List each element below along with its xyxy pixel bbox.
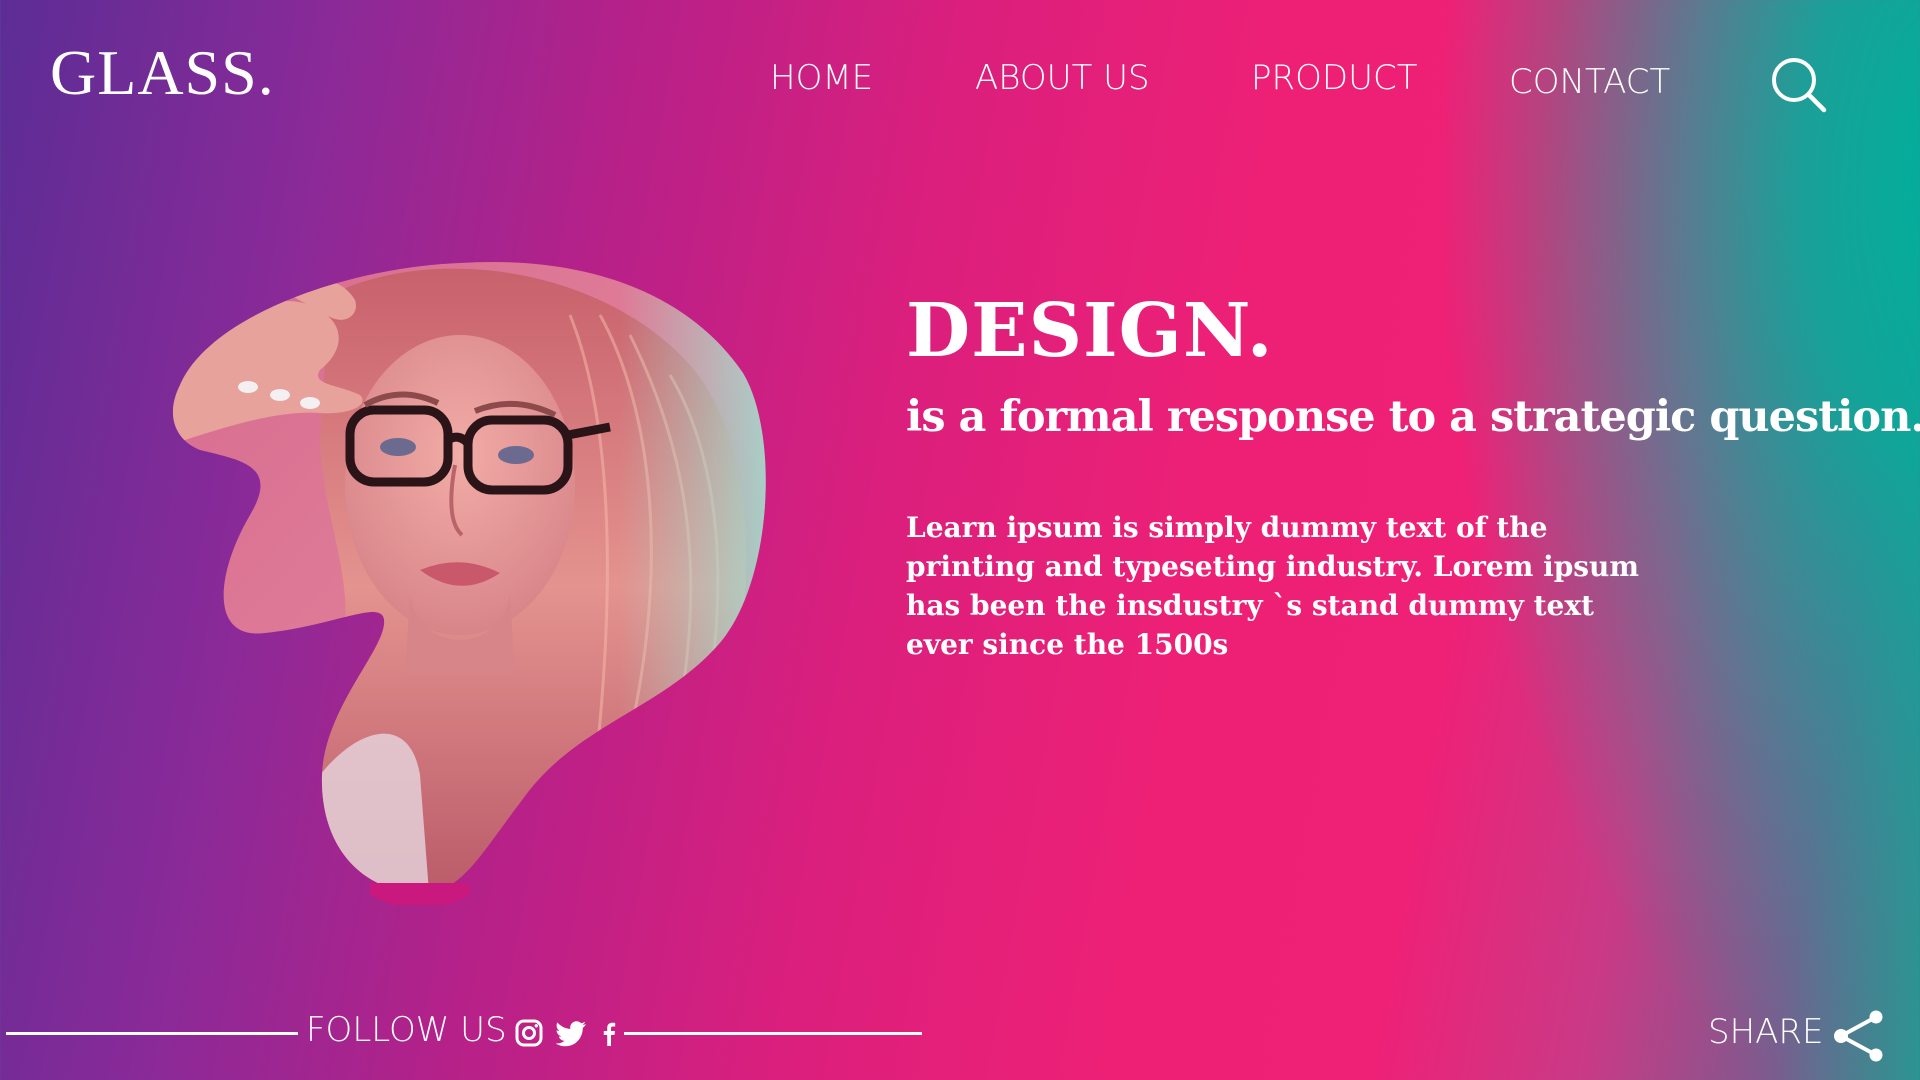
share-label: SHARE <box>1708 1012 1824 1052</box>
hero-headline: DESIGN. <box>906 288 1274 374</box>
search-button[interactable] <box>1770 56 1828 114</box>
nav-contact[interactable]: CONTACT <box>1509 62 1670 102</box>
divider-line <box>624 1032 922 1035</box>
follow-us-bar: FOLLOW US <box>0 1010 940 1058</box>
nav-about-us[interactable]: ABOUT US <box>975 58 1150 98</box>
follow-us-label: FOLLOW US <box>306 1010 507 1050</box>
instagram-link[interactable] <box>514 1018 544 1048</box>
hero-subheadline: is a formal response to a strategic ques… <box>906 392 1920 442</box>
hero-body-text: Learn ipsum is simply dummy text of the … <box>906 508 1706 664</box>
search-icon <box>1772 58 1827 113</box>
body-line: ever since the 1500s <box>906 628 1229 661</box>
body-line: Learn ipsum is simply dummy text of the <box>906 511 1548 544</box>
share-icon <box>1834 1010 1883 1062</box>
nav-home[interactable]: HOME <box>770 58 873 98</box>
nav-product[interactable]: PRODUCT <box>1251 58 1417 98</box>
divider-line <box>6 1032 298 1035</box>
hero-portrait-image <box>172 261 766 905</box>
main-nav: HOME ABOUT US PRODUCT CONTACT <box>0 58 1920 108</box>
body-line: printing and typeseting industry. Lorem … <box>906 550 1640 583</box>
twitter-link[interactable] <box>555 1018 588 1048</box>
body-line: has been the insdustry `s stand dummy te… <box>906 589 1594 622</box>
twitter-icon <box>555 1021 586 1047</box>
facebook-link[interactable] <box>600 1018 618 1048</box>
instagram-icon <box>515 1019 543 1047</box>
facebook-icon <box>603 1022 616 1046</box>
